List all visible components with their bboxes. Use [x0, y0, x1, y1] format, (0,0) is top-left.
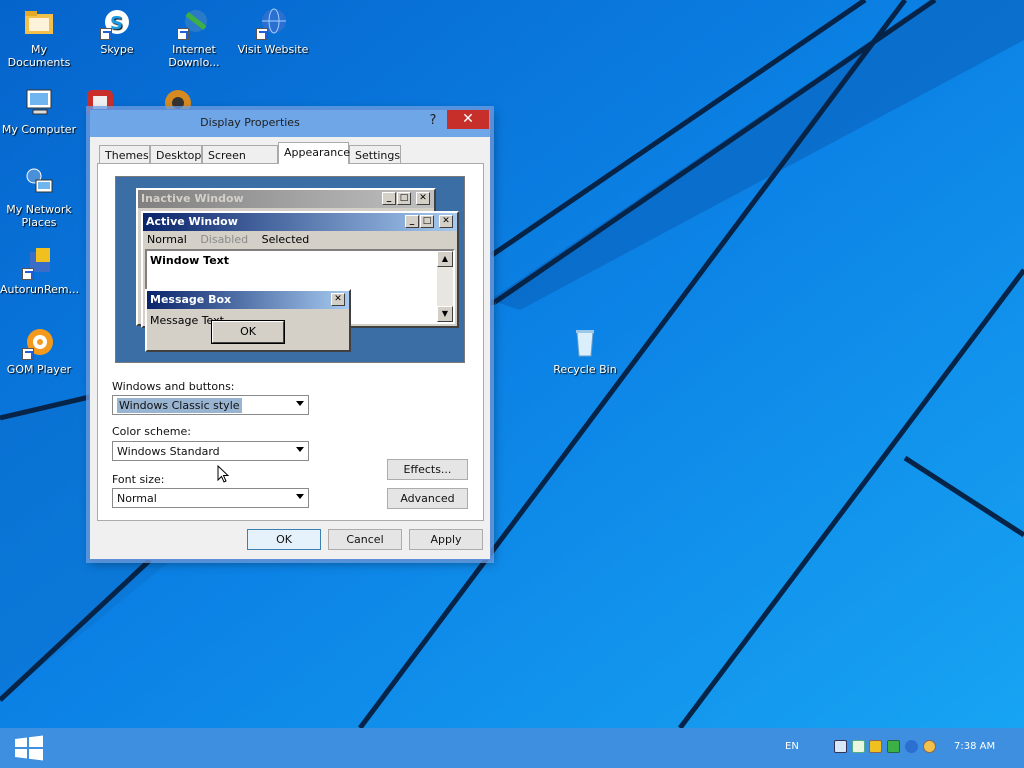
scroll-up-icon: ▲ [437, 251, 453, 267]
gom-player-icon [22, 326, 56, 360]
download-manager-tray-icon[interactable] [887, 740, 900, 753]
maximize-icon: □ [397, 192, 411, 205]
close-button[interactable]: ✕ [447, 110, 489, 129]
menu-normal: Normal [147, 233, 187, 246]
cancel-button[interactable]: Cancel [328, 529, 402, 550]
language-indicator[interactable]: EN [785, 741, 799, 752]
dialog-title: Display Properties [200, 116, 300, 129]
preview-window-text: Window Text [150, 254, 230, 267]
desktop-icon-my-network-places[interactable]: My Network Places [0, 166, 78, 229]
autorun-remover-icon [22, 246, 56, 280]
close-icon: ✕ [439, 215, 453, 228]
chevron-down-icon [296, 401, 304, 406]
color-scheme-value: Windows Standard [117, 445, 220, 458]
globe-icon [256, 6, 290, 40]
desktop-icon-visit-website[interactable]: Visit Website [234, 6, 312, 56]
dialog-titlebar[interactable]: Display Properties ? ✕ [90, 110, 490, 137]
skype-icon: S [100, 6, 134, 40]
desktop-icon-my-documents[interactable]: My Documents [0, 6, 78, 69]
tab-appearance[interactable]: Appearance [278, 142, 350, 164]
color-scheme-label: Color scheme: [112, 425, 191, 438]
close-icon: ✕ [331, 293, 345, 306]
tab-themes[interactable]: Themes [99, 145, 150, 164]
appearance-panel: Inactive Window _ □ ✕ Active Window _ □ … [97, 163, 484, 521]
start-button[interactable] [10, 734, 48, 762]
gom-tray-icon[interactable] [923, 740, 936, 753]
preview-scrollbar: ▲ ▼ [437, 251, 453, 322]
windows-buttons-label: Windows and buttons: [112, 380, 235, 393]
recycle-bin-icon [568, 326, 602, 360]
appearance-preview: Inactive Window _ □ ✕ Active Window _ □ … [115, 176, 465, 363]
internet-download-manager-icon [177, 6, 211, 40]
network-places-icon [22, 166, 56, 200]
security-shield-tray-icon[interactable] [869, 740, 882, 753]
ok-button[interactable]: OK [247, 529, 321, 550]
tab-settings[interactable]: Settings [349, 145, 401, 164]
computer-icon [22, 86, 56, 120]
font-size-select[interactable]: Normal [112, 488, 309, 508]
menu-selected: Selected [261, 233, 310, 246]
mouse-cursor-icon [217, 465, 230, 483]
network-tray-icon[interactable] [834, 740, 847, 753]
preview-message-ok: OK [211, 320, 285, 344]
taskbar: EN 7:38 AM [0, 728, 1024, 768]
desktop-icon-recycle-bin[interactable]: Recycle Bin [546, 326, 624, 376]
desktop-icon-gom-player[interactable]: GOM Player [0, 326, 78, 376]
close-icon: ✕ [416, 192, 430, 205]
windows-buttons-value: Windows Classic style [117, 398, 242, 413]
tab-screen-saver[interactable]: Screen Saver [202, 145, 278, 175]
clock[interactable]: 7:38 AM [954, 741, 995, 752]
desktop-icon-autorun-remover[interactable]: AutorunRem... [0, 246, 79, 296]
desktop-icon-my-computer[interactable]: My Computer [0, 86, 78, 136]
help-button[interactable]: ? [425, 113, 441, 131]
preview-message-box: Message Box ✕ Message Text OK [145, 289, 351, 352]
scroll-down-icon: ▼ [437, 306, 453, 322]
menu-disabled: Disabled [200, 233, 249, 246]
desktop-icon-internet-download[interactable]: Internet Downlo... [155, 6, 233, 69]
action-center-tray-icon[interactable] [852, 740, 865, 753]
effects-button[interactable]: Effects... [387, 459, 468, 480]
windows-buttons-select[interactable]: Windows Classic style [112, 395, 309, 415]
apply-button[interactable]: Apply [409, 529, 483, 550]
font-size-label: Font size: [112, 473, 165, 486]
chevron-down-icon [296, 447, 304, 452]
advanced-button[interactable]: Advanced [387, 488, 468, 509]
folder-documents-icon [22, 6, 56, 40]
globe-tray-icon[interactable] [905, 740, 918, 753]
color-scheme-select[interactable]: Windows Standard [112, 441, 309, 461]
display-properties-dialog: Display Properties ? ✕ Themes Desktop Sc… [89, 109, 491, 560]
tab-desktop[interactable]: Desktop [150, 145, 202, 164]
minimize-icon: _ [382, 192, 396, 205]
minimize-icon: _ [405, 215, 419, 228]
chevron-down-icon [296, 494, 304, 499]
windows-logo-icon [15, 735, 43, 761]
preview-menu-bar: Normal Disabled Selected [147, 233, 319, 246]
maximize-icon: □ [420, 215, 434, 228]
desktop-icon-skype[interactable]: S Skype [78, 6, 156, 56]
preview-message-title: Message Box [147, 291, 349, 309]
font-size-value: Normal [117, 492, 157, 505]
